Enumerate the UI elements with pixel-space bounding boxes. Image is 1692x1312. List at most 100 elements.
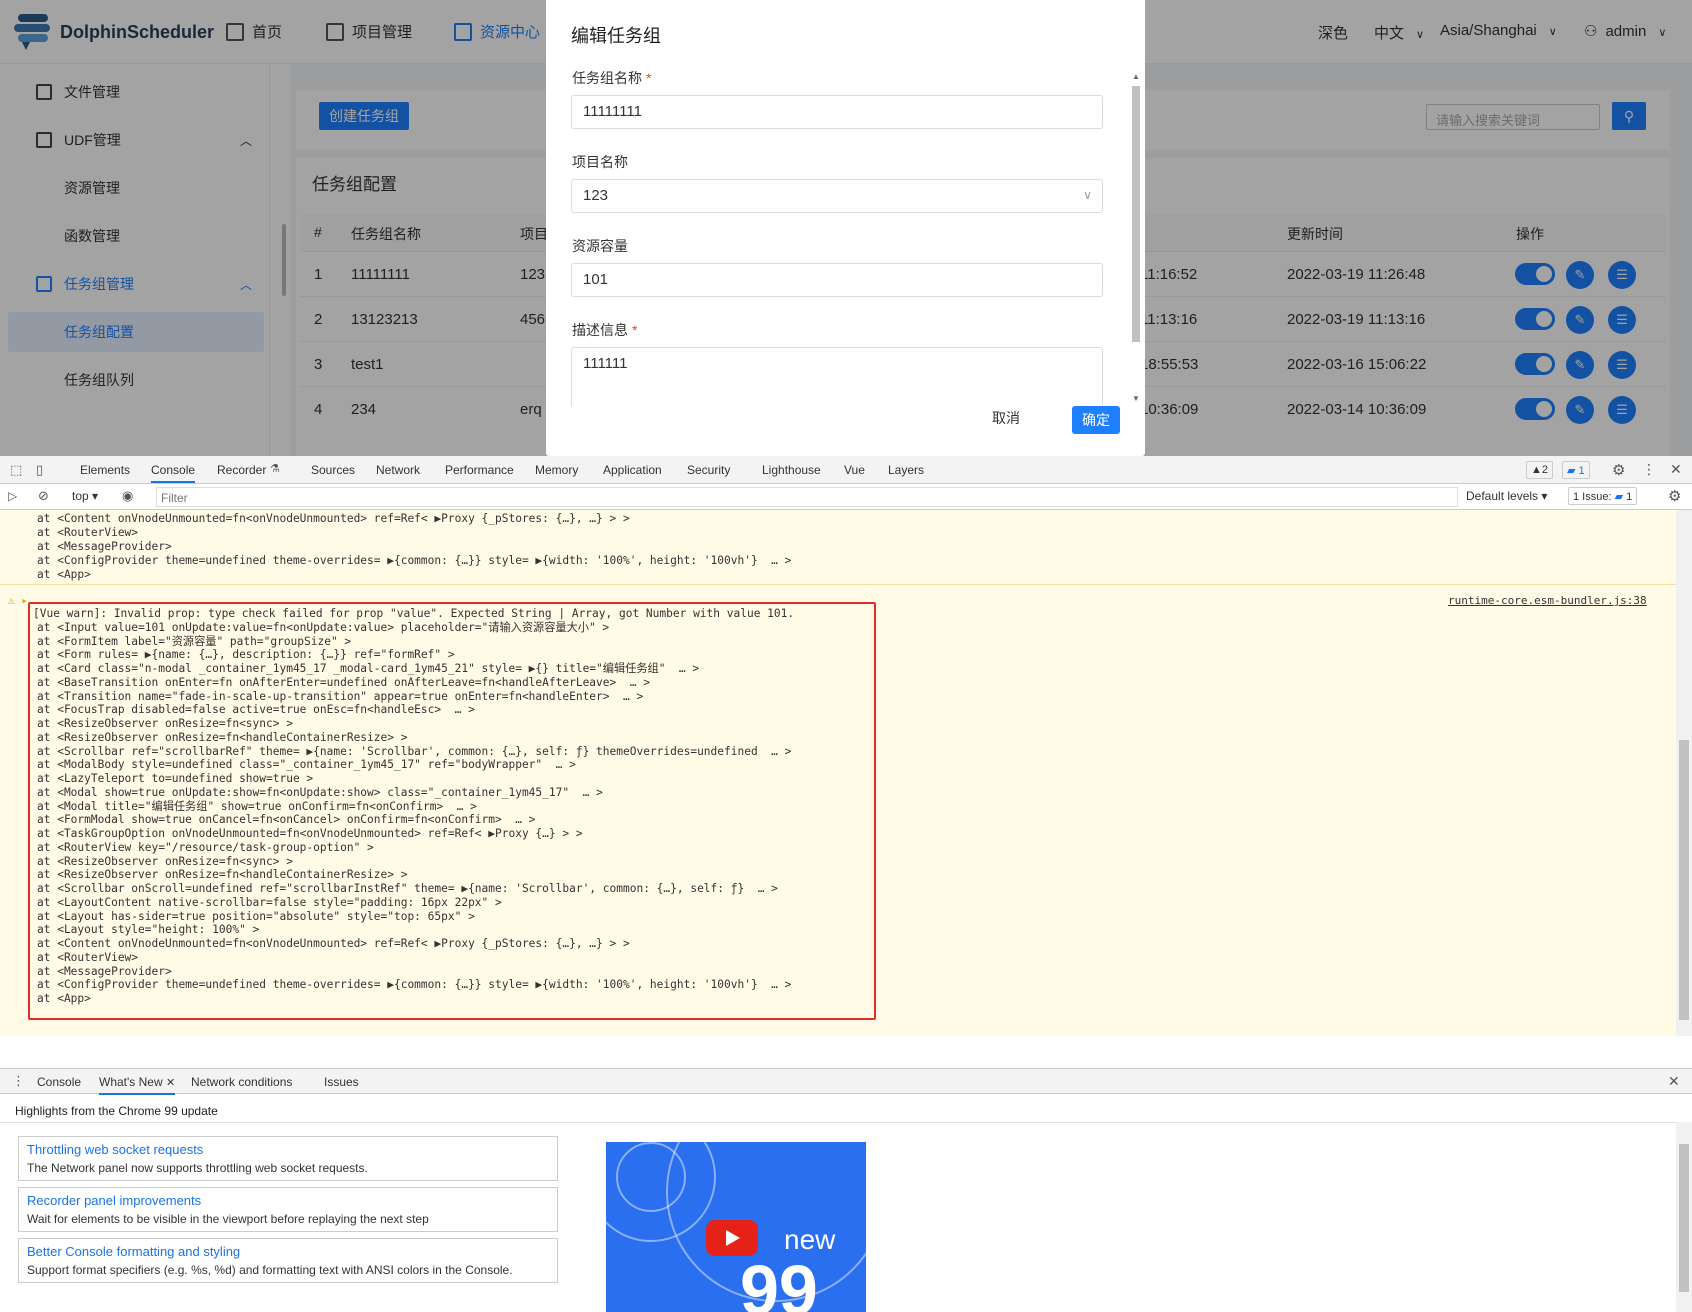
description-textarea[interactable]: 111111 <box>571 347 1103 407</box>
sidebar-toggle-icon[interactable]: ▷ <box>8 489 17 503</box>
console-settings-icon[interactable]: ⚙ <box>1668 487 1681 505</box>
warning-count: 2 <box>1541 464 1549 476</box>
field-label-name: 任务组名称 * <box>572 68 651 88</box>
source-link[interactable]: runtime-core.esm-bundler.js:38 <box>1448 594 1647 607</box>
project-select[interactable]: 123 ∨ <box>571 179 1103 213</box>
close-drawer-icon[interactable]: ✕ <box>1668 1073 1680 1090</box>
modal-title: 编辑任务组 <box>571 26 661 46</box>
tab-console[interactable]: Console <box>151 463 196 483</box>
console-scrollbar[interactable] <box>1676 510 1692 1036</box>
app-window: DolphinScheduler 首页 项目管理 资源中心 深色 中文 ∨ Asi… <box>0 0 1692 456</box>
console-toolbar: ▷ ⊘ top ▾ ◉ Filter Default levels ▾ 1 Is… <box>0 484 1692 510</box>
log-levels-label: Default levels <box>1466 489 1539 503</box>
tab-security[interactable]: Security <box>687 463 730 477</box>
inspect-icon[interactable]: ⬚ <box>10 462 22 478</box>
card-description: Wait for elements to be visible in the v… <box>27 1212 429 1226</box>
warning-count-badge[interactable]: ▲2 <box>1526 461 1554 479</box>
required-mark: * <box>646 70 652 86</box>
message-icon: ▰ <box>1614 491 1624 503</box>
tab-memory[interactable]: Memory <box>535 463 578 477</box>
info-count: 1 <box>1578 465 1585 477</box>
devtools-panel: ⬚ ▯ Elements Console Recorder ⚗ Sources … <box>0 456 1692 1312</box>
tab-performance[interactable]: Performance <box>445 463 514 477</box>
scroll-thumb[interactable] <box>1132 86 1140 342</box>
whats-new-header: Highlights from the Chrome 99 update <box>15 1104 218 1118</box>
whats-new-card[interactable]: Throttling web socket requests The Netwo… <box>18 1136 558 1181</box>
tab-elements[interactable]: Elements <box>80 463 130 477</box>
tab-layers[interactable]: Layers <box>888 463 924 477</box>
whats-new-card[interactable]: Recorder panel improvements Wait for ele… <box>18 1187 558 1232</box>
whats-new-card[interactable]: Better Console formatting and styling Su… <box>18 1238 558 1283</box>
drawer-tab-network-conditions[interactable]: Network conditions <box>191 1075 292 1089</box>
warning-expand-icon[interactable]: ⚠ ▸ <box>8 594 28 607</box>
log-line: at <ConfigProvider theme=undefined theme… <box>37 554 792 567</box>
card-title-link[interactable]: Recorder panel improvements <box>27 1193 201 1208</box>
dropdown-caret-icon: ▾ <box>92 489 99 503</box>
chevron-down-icon: ∨ <box>1083 188 1092 202</box>
card-description: Support format specifiers (e.g. %s, %d) … <box>27 1263 513 1277</box>
tab-recorder[interactable]: Recorder <box>217 463 266 477</box>
scroll-thumb[interactable] <box>1679 740 1689 1020</box>
settings-gear-icon[interactable]: ⚙ <box>1612 461 1625 479</box>
modal-scrollbar[interactable]: ▲ ▼ <box>1130 72 1142 406</box>
required-mark: * <box>632 322 638 338</box>
drawer-tab-console[interactable]: Console <box>37 1075 81 1089</box>
more-vertical-icon[interactable]: ⋮ <box>1642 461 1656 478</box>
close-icon[interactable]: ✕ <box>1670 461 1682 478</box>
eye-icon[interactable]: ◉ <box>122 488 133 504</box>
scroll-up-icon[interactable]: ▲ <box>1132 72 1140 81</box>
chrome-99-video-thumbnail[interactable]: new 99 <box>606 1142 866 1312</box>
console-output: at <Content onVnodeUnmounted=fn<onVnodeU… <box>0 510 1676 1036</box>
drawer-tab-label: What's New <box>99 1075 163 1089</box>
console-filter-input[interactable]: Filter <box>156 487 1458 507</box>
drawer-tab-issues[interactable]: Issues <box>324 1075 359 1089</box>
cancel-button[interactable]: 取消 <box>992 408 1020 428</box>
message-icon: ▰ <box>1567 465 1576 477</box>
warning-triangle-icon: ▲ <box>1531 464 1542 476</box>
drawer-scrollbar[interactable] <box>1676 1122 1692 1312</box>
field-label-text: 任务组名称 <box>572 70 642 86</box>
project-value: 123 <box>583 187 609 204</box>
confirm-button[interactable]: 确定 <box>1072 406 1120 434</box>
field-label-description: 描述信息 * <box>572 320 637 340</box>
drawer-tab-whats-new[interactable]: What's New ✕ <box>99 1075 176 1095</box>
close-icon[interactable]: ✕ <box>166 1077 175 1089</box>
issues-badge[interactable]: 1 Issue: ▰ 1 <box>1568 487 1638 505</box>
log-levels-select[interactable]: Default levels ▾ <box>1466 489 1547 503</box>
log-line: at <App> <box>37 568 91 581</box>
card-description: The Network panel now supports throttlin… <box>27 1161 368 1175</box>
devtools-tabbar: ⬚ ▯ Elements Console Recorder ⚗ Sources … <box>0 456 1692 484</box>
issues-label: 1 Issue: <box>1573 491 1612 503</box>
capacity-input[interactable]: 101 <box>571 263 1103 297</box>
tab-lighthouse[interactable]: Lighthouse <box>762 463 821 477</box>
drawer-tabbar: ⋮ Console What's New ✕ Network condition… <box>0 1068 1692 1095</box>
taskgroup-name-input[interactable]: 11111111 <box>571 95 1103 129</box>
clear-console-icon[interactable]: ⊘ <box>38 488 49 504</box>
issues-count: 1 <box>1626 491 1633 503</box>
info-count-badge[interactable]: ▰ 1 <box>1562 461 1590 479</box>
scroll-down-icon[interactable]: ▼ <box>1132 394 1140 403</box>
card-title-link[interactable]: Better Console formatting and styling <box>27 1244 240 1259</box>
context-selector[interactable]: top ▾ <box>72 489 98 503</box>
field-label-text: 描述信息 <box>572 322 628 338</box>
context-label: top <box>72 489 89 503</box>
field-label-project: 项目名称 <box>572 152 628 172</box>
tab-vue[interactable]: Vue <box>844 463 865 477</box>
tab-application[interactable]: Application <box>603 463 662 477</box>
more-vertical-icon[interactable]: ⋮ <box>12 1073 25 1089</box>
tab-network[interactable]: Network <box>376 463 420 477</box>
edit-taskgroup-modal: 编辑任务组 任务组名称 * 11111111 项目名称 123 ∨ 资源容量 101… <box>546 0 1145 456</box>
highlight-box <box>28 602 876 1020</box>
device-toggle-icon[interactable]: ▯ <box>36 462 43 478</box>
divider <box>0 1122 1676 1123</box>
tab-sources[interactable]: Sources <box>311 463 355 477</box>
message-divider <box>0 584 1676 585</box>
field-label-text: 资源容量 <box>572 238 628 254</box>
card-title-link[interactable]: Throttling web socket requests <box>27 1142 203 1157</box>
scroll-thumb[interactable] <box>1679 1144 1689 1292</box>
log-line: at <MessageProvider> <box>37 540 172 553</box>
log-line: at <RouterView> <box>37 526 139 539</box>
log-line: at <Content onVnodeUnmounted=fn<onVnodeU… <box>37 512 630 525</box>
flask-icon: ⚗ <box>270 463 280 475</box>
field-label-capacity: 资源容量 <box>572 236 628 256</box>
